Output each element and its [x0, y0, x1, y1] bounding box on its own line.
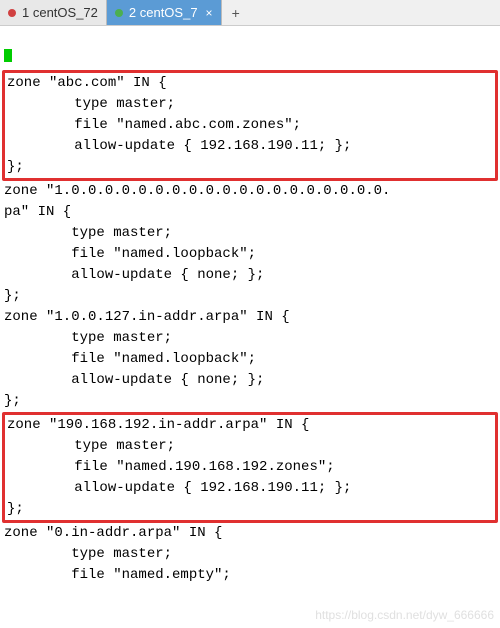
- code-line: allow-update { none; };: [4, 265, 496, 286]
- code-line: zone "190.168.192.in-addr.arpa" IN {: [7, 415, 493, 436]
- code-line: file "named.loopback";: [4, 349, 496, 370]
- code-line: type master;: [7, 94, 493, 115]
- zone-block: zone "1.0.0.127.in-addr.arpa" IN { type …: [4, 307, 496, 412]
- tab-bar: 1 centOS_72 2 centOS_7 × +: [0, 0, 500, 26]
- code-line: zone "1.0.0.127.in-addr.arpa" IN {: [4, 307, 496, 328]
- code-line: type master;: [4, 328, 496, 349]
- code-line: type master;: [4, 223, 496, 244]
- close-icon[interactable]: ×: [206, 6, 213, 20]
- status-dot-icon: [8, 9, 16, 17]
- zone-block: zone "abc.com" IN { type master; file "n…: [2, 70, 498, 181]
- code-line: allow-update { none; };: [4, 370, 496, 391]
- tab-label: 2 centOS_7: [129, 5, 198, 20]
- code-line: file "named.abc.com.zones";: [7, 115, 493, 136]
- code-line: type master;: [4, 544, 496, 565]
- code-line: type master;: [7, 436, 493, 457]
- code-line: zone "1.0.0.0.0.0.0.0.0.0.0.0.0.0.0.0.0.…: [4, 181, 496, 202]
- plus-icon: +: [232, 5, 240, 21]
- status-dot-icon: [115, 9, 123, 17]
- code-line: };: [7, 499, 493, 520]
- code-line: file "named.loopback";: [4, 244, 496, 265]
- tab-label: 1 centOS_72: [22, 5, 98, 20]
- code-line: };: [4, 391, 496, 412]
- code-line: };: [4, 286, 496, 307]
- tab-add-button[interactable]: +: [222, 0, 250, 25]
- code-line: zone "0.in-addr.arpa" IN {: [4, 523, 496, 544]
- zone-block: zone "0.in-addr.arpa" IN { type master; …: [4, 523, 496, 586]
- zone-block: zone "190.168.192.in-addr.arpa" IN { typ…: [2, 412, 498, 523]
- watermark-text: https://blog.csdn.net/dyw_666666: [315, 606, 494, 624]
- tab-centos7[interactable]: 2 centOS_7 ×: [107, 0, 222, 25]
- code-line: allow-update { 192.168.190.11; };: [7, 478, 493, 499]
- code-line: allow-update { 192.168.190.11; };: [7, 136, 493, 157]
- code-line: file "named.190.168.192.zones";: [7, 457, 493, 478]
- editor-pane[interactable]: zone "abc.com" IN { type master; file "n…: [0, 26, 500, 628]
- zone-block: zone "1.0.0.0.0.0.0.0.0.0.0.0.0.0.0.0.0.…: [4, 181, 496, 307]
- tab-centos72[interactable]: 1 centOS_72: [0, 0, 107, 25]
- code-line: };: [7, 157, 493, 178]
- code-line: zone "abc.com" IN {: [7, 73, 493, 94]
- code-line: file "named.empty";: [4, 565, 496, 586]
- text-cursor: [4, 49, 12, 62]
- code-line: pa" IN {: [4, 202, 496, 223]
